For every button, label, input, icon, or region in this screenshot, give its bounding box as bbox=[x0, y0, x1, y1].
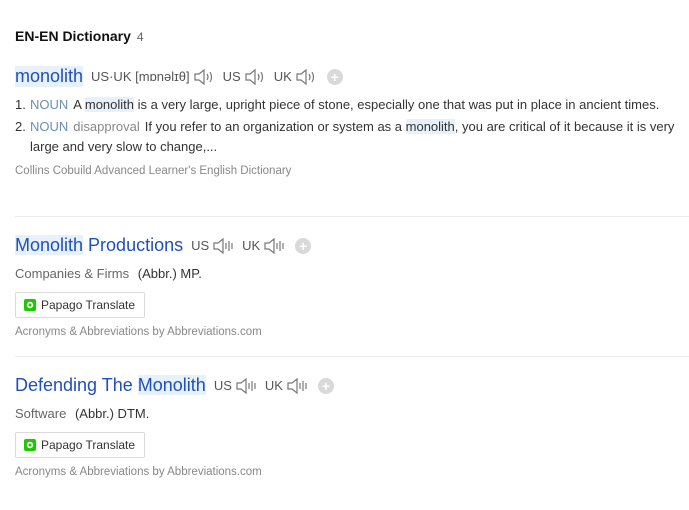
speaker-icon[interactable] bbox=[263, 236, 285, 256]
part-of-speech: NOUN bbox=[30, 97, 69, 112]
papago-logo-icon bbox=[24, 299, 36, 311]
section-header: EN-EN Dictionary 4 bbox=[15, 28, 144, 44]
papago-label: Papago Translate bbox=[41, 438, 136, 452]
headword-link[interactable]: monolith bbox=[15, 66, 84, 87]
definition-item: 1. NOUN A monolith is a very large, uprig… bbox=[15, 95, 683, 115]
entry-monolith: monolith US·UK [mɒnəlɪθ] US UK + 1. NOUN… bbox=[15, 66, 689, 177]
speaker-icon[interactable] bbox=[212, 236, 234, 256]
add-icon[interactable]: + bbox=[317, 377, 334, 394]
headword-highlight: Monolith bbox=[15, 235, 84, 255]
divider bbox=[15, 356, 689, 357]
entry-head: Monolith Productions US UK + bbox=[15, 235, 689, 256]
def-text: is a very large, upright piece of stone,… bbox=[134, 97, 660, 112]
headword-link[interactable]: Monolith Productions bbox=[15, 235, 183, 256]
definition-list: 1. NOUN A monolith is a very large, uprig… bbox=[15, 95, 683, 181]
divider bbox=[15, 216, 689, 217]
speaker-icon[interactable] bbox=[235, 376, 257, 396]
def-highlight: monolith bbox=[84, 97, 134, 112]
papago-logo-icon bbox=[24, 439, 36, 451]
headword-link[interactable]: Defending The Monolith bbox=[15, 375, 206, 396]
speaker-icon[interactable] bbox=[286, 376, 308, 396]
papago-translate-button[interactable]: Papago Translate bbox=[15, 432, 145, 458]
usage-label: disapproval bbox=[73, 119, 140, 134]
uk-label: UK bbox=[273, 69, 292, 84]
entry-monolith-productions: Monolith Productions US UK + Companies &… bbox=[15, 235, 689, 338]
uk-label: UK bbox=[264, 378, 283, 393]
abbr-value: (Abbr.) MP. bbox=[137, 266, 202, 281]
add-icon[interactable]: + bbox=[295, 237, 312, 254]
us-label: US bbox=[191, 238, 210, 253]
entry-head: monolith US·UK [mɒnəlɪθ] US UK + bbox=[15, 66, 689, 87]
us-label: US bbox=[222, 69, 241, 84]
part-of-speech: NOUN bbox=[30, 119, 69, 134]
papago-translate-button[interactable]: Papago Translate bbox=[15, 292, 145, 318]
pron-label: US·UK bbox=[91, 69, 132, 84]
entry-defending-the-monolith: Defending The Monolith US UK + Software … bbox=[15, 375, 689, 478]
category-label: Software bbox=[15, 406, 67, 421]
def-text: A bbox=[73, 97, 85, 112]
speaker-icon[interactable] bbox=[244, 67, 266, 87]
abbr-line: Software (Abbr.) DTM. bbox=[15, 406, 149, 421]
headword-pre: Defending The bbox=[15, 375, 138, 395]
pronunciation: US·UK [mɒnəlɪθ] bbox=[91, 69, 190, 84]
pron-ipa: [mɒnəlɪθ] bbox=[135, 69, 190, 84]
source-label: Collins Cobuild Advanced Learner's Engli… bbox=[15, 165, 292, 177]
speaker-icon[interactable] bbox=[193, 67, 215, 87]
speaker-icon[interactable] bbox=[295, 67, 317, 87]
def-text: If you refer to an organization or syste… bbox=[144, 119, 406, 134]
uk-label: UK bbox=[242, 238, 261, 253]
us-label: US bbox=[213, 378, 232, 393]
def-number: 2. bbox=[15, 119, 26, 134]
add-icon[interactable]: + bbox=[326, 68, 343, 85]
source-label: Acronyms & Abbreviations by Abbreviation… bbox=[15, 466, 262, 478]
source-label: Acronyms & Abbreviations by Abbreviation… bbox=[15, 326, 262, 338]
def-highlight: monolith bbox=[405, 119, 455, 134]
headword-rest: Productions bbox=[83, 235, 184, 255]
definition-item: 2. NOUN disapproval If you refer to an org… bbox=[15, 117, 683, 157]
entry-head: Defending The Monolith US UK + bbox=[15, 375, 689, 396]
section-title: EN-EN Dictionary bbox=[15, 28, 131, 44]
result-count: 4 bbox=[136, 30, 144, 44]
category-label: Companies & Firms bbox=[15, 266, 130, 281]
def-number: 1. bbox=[15, 97, 26, 112]
abbr-line: Companies & Firms (Abbr.) MP. bbox=[15, 266, 202, 281]
headword-highlight: Monolith bbox=[137, 375, 206, 395]
abbr-value: (Abbr.) DTM. bbox=[74, 406, 150, 421]
papago-label: Papago Translate bbox=[41, 298, 136, 312]
